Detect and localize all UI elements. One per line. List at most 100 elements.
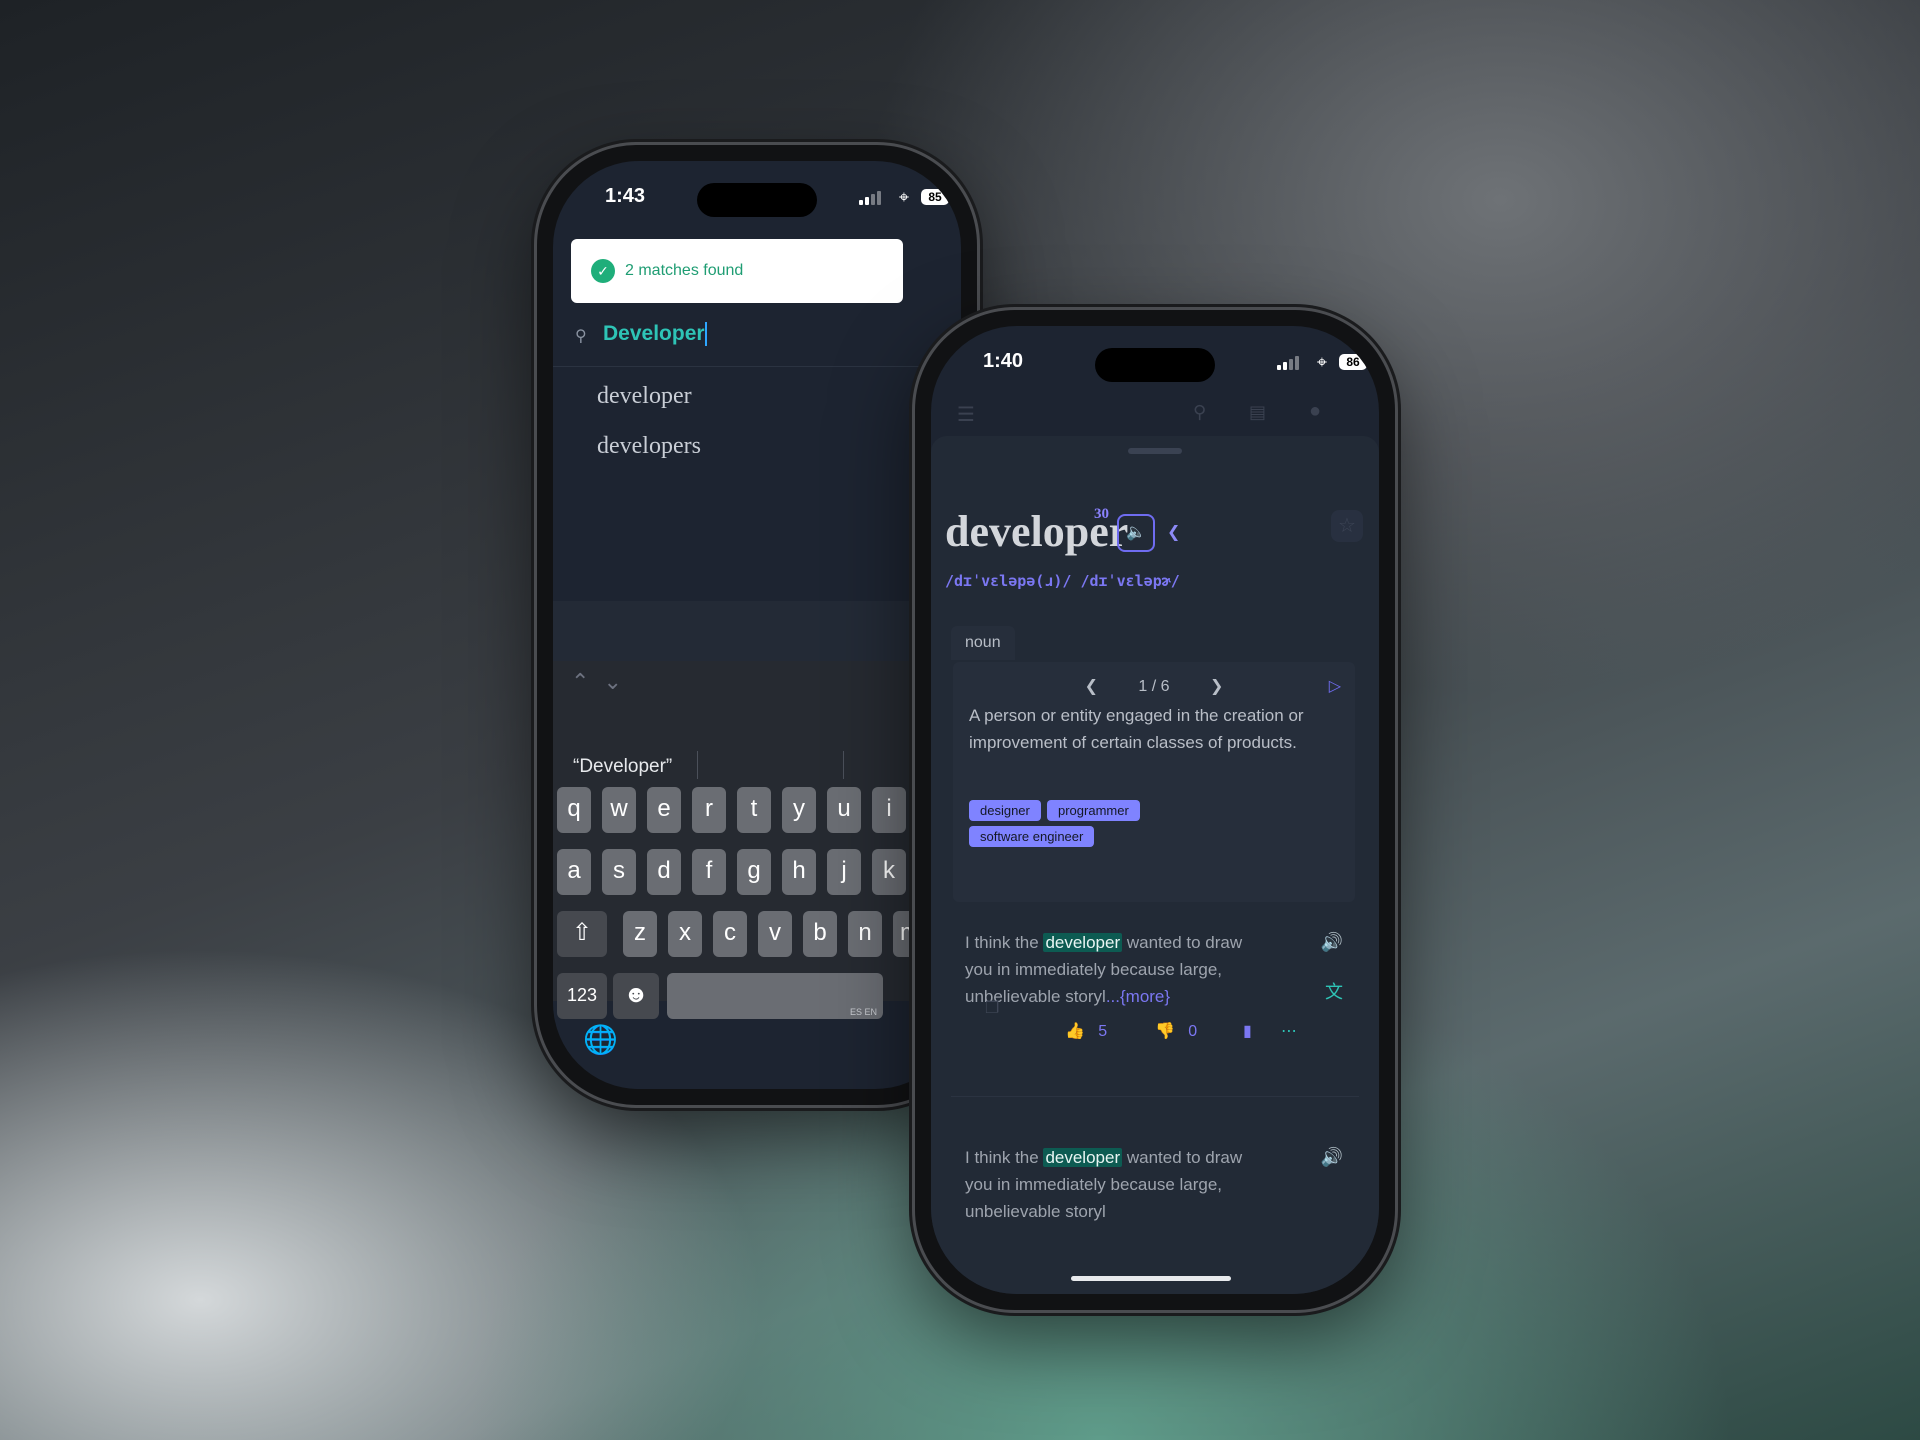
key-z[interactable]: z	[623, 911, 657, 957]
key-u[interactable]: u	[827, 787, 861, 833]
field-navigation[interactable]: ⌃⌄	[571, 669, 636, 695]
globe-icon[interactable]: 🌐	[583, 1023, 618, 1056]
cellular-signal-icon	[859, 191, 883, 205]
share-icon[interactable]: ❮	[1167, 522, 1180, 542]
synonym-tag[interactable]: designer	[969, 800, 1041, 821]
results-footer	[553, 601, 961, 661]
example-speaker-icon[interactable]: 🔊	[1321, 1147, 1343, 1168]
definition-pager: ❮ 1 / 6 ❯	[953, 676, 1355, 696]
menu-icon[interactable]: ☰	[957, 402, 975, 427]
search-input[interactable]: Developer	[603, 322, 707, 347]
bookmark-icon[interactable]: ▮	[1233, 1012, 1262, 1052]
key-e[interactable]: e	[647, 787, 681, 833]
translate-icon[interactable]: 文	[1325, 978, 1343, 1004]
predictive-suggestion[interactable]: “Developer”	[573, 756, 672, 778]
key-r[interactable]: r	[692, 787, 726, 833]
prediction-divider	[843, 751, 844, 779]
key-x[interactable]: x	[668, 911, 702, 957]
emoji-key[interactable]: ☻	[613, 973, 659, 1019]
speaker-icon: 🔈	[1126, 524, 1146, 541]
pronunciation-ipa: /dɪˈvɛləpə(ɹ)/ /dɪˈvɛləpɚ/	[945, 572, 1180, 590]
example-sentence: I think the developer wanted to draw you…	[965, 933, 1243, 1006]
search-icon[interactable]: ⚲	[1193, 402, 1206, 423]
battery-indicator: 86	[1339, 354, 1367, 370]
key-d[interactable]: d	[647, 849, 681, 895]
more-options-icon[interactable]: ⋯	[1271, 1012, 1307, 1052]
synonym-tag[interactable]: programmer	[1047, 800, 1140, 821]
dynamic-island	[697, 183, 817, 217]
status-bar: 1:40 ⌖ 86	[931, 326, 1379, 396]
chevron-right-icon[interactable]: ❯	[1210, 678, 1223, 695]
key-s[interactable]: s	[602, 849, 636, 895]
home-indicator	[1071, 1276, 1231, 1281]
copy-icon[interactable]: ❐	[985, 998, 999, 1018]
tab-noun[interactable]: noun	[951, 626, 1015, 660]
key-h[interactable]: h	[782, 849, 816, 895]
key-c[interactable]: c	[713, 911, 747, 957]
emoji-icon: ☻	[623, 981, 649, 1008]
top-nav: ☰ ⚲ ▤ ●	[931, 396, 1379, 436]
suggestion-item[interactable]: developer	[597, 383, 692, 410]
thumbs-down-icon: 👎	[1155, 1023, 1175, 1040]
example-divider	[951, 1096, 1359, 1097]
pager-label: 1 / 6	[1138, 678, 1170, 695]
key-y[interactable]: y	[782, 787, 816, 833]
status-time: 1:43	[605, 185, 646, 207]
more-link[interactable]: ...{more}	[1106, 987, 1170, 1006]
status-time: 1:40	[983, 350, 1024, 372]
key-b[interactable]: b	[803, 911, 837, 957]
phone-search: 1:43 ⌖ 85 ✓ 2 matches found ⚲ Developer …	[537, 145, 977, 1105]
key-n[interactable]: n	[848, 911, 882, 957]
toast-text: 2 matches found	[625, 262, 744, 279]
thumbs-up-icon: 👍	[1065, 1023, 1085, 1040]
dislike-button[interactable]: 👎 0	[1145, 1012, 1207, 1052]
favorite-star-icon[interactable]: ☆	[1331, 510, 1363, 542]
chevron-down-icon[interactable]: ⌄	[603, 669, 635, 694]
play-icon[interactable]: ▷	[1329, 676, 1341, 696]
space-key[interactable]: ES EN	[667, 973, 883, 1019]
profile-icon[interactable]: ●	[1309, 400, 1321, 423]
cellular-signal-icon	[1277, 356, 1301, 370]
like-button[interactable]: 👍 5	[1055, 1012, 1117, 1052]
dynamic-island	[1095, 348, 1215, 382]
key-g[interactable]: g	[737, 849, 771, 895]
key-q[interactable]: q	[557, 787, 591, 833]
key-k[interactable]: k	[872, 849, 906, 895]
book-icon[interactable]: ▤	[1249, 402, 1266, 423]
phone-dictionary: 1:40 ⌖ 86 ☰ ⚲ ▤ ● developer 30 🔈 ❮ ☆ /dɪ…	[915, 310, 1395, 1310]
chevron-left-icon[interactable]: ❮	[1085, 678, 1098, 695]
word-sheet: developer 30 🔈 ❮ ☆ /dɪˈvɛləpə(ɹ)/ /dɪˈvɛ…	[931, 436, 1379, 1294]
key-w[interactable]: w	[602, 787, 636, 833]
search-icon: ⚲	[575, 328, 587, 345]
key-f[interactable]: f	[692, 849, 726, 895]
suggestion-item[interactable]: developers	[597, 433, 701, 460]
dictionary-screen: 1:40 ⌖ 86 ☰ ⚲ ▤ ● developer 30 🔈 ❮ ☆ /dɪ…	[931, 326, 1379, 1294]
numbers-key[interactable]: 123	[557, 973, 607, 1019]
search-bar[interactable]: ⚲ Developer	[553, 306, 961, 367]
definition-card: ❮ 1 / 6 ❯ ▷ A person or entity engaged i…	[953, 662, 1355, 902]
key-j[interactable]: j	[827, 849, 861, 895]
check-circle-icon: ✓	[591, 259, 615, 283]
battery-indicator: 85	[921, 189, 949, 205]
synonym-tag[interactable]: software engineer	[969, 826, 1095, 847]
wifi-icon: ⌖	[1316, 352, 1327, 372]
definition-text: A person or entity engaged in the creati…	[969, 706, 1304, 752]
wifi-icon: ⌖	[898, 187, 909, 207]
keyboard-language-hint: ES EN	[849, 1007, 877, 1017]
sheet-grabber[interactable]	[1128, 448, 1182, 454]
match-toast: ✓ 2 matches found	[571, 239, 903, 303]
example-speaker-icon[interactable]: 🔊	[1321, 932, 1343, 953]
key-i[interactable]: i	[872, 787, 906, 833]
pronounce-button[interactable]: 🔈	[1117, 514, 1155, 552]
search-screen: 1:43 ⌖ 85 ✓ 2 matches found ⚲ Developer …	[553, 161, 961, 1089]
text-caret	[704, 322, 707, 347]
key-v[interactable]: v	[758, 911, 792, 957]
highlighted-word: developer	[1043, 1148, 1123, 1167]
chevron-up-icon[interactable]: ⌃	[571, 669, 603, 694]
shift-key[interactable]: ⇧	[557, 911, 607, 957]
highlighted-word: developer	[1043, 933, 1123, 952]
example-sentence: I think the developer wanted to draw you…	[965, 1148, 1243, 1221]
key-a[interactable]: a	[557, 849, 591, 895]
status-bar: 1:43 ⌖ 85	[553, 161, 961, 231]
key-t[interactable]: t	[737, 787, 771, 833]
